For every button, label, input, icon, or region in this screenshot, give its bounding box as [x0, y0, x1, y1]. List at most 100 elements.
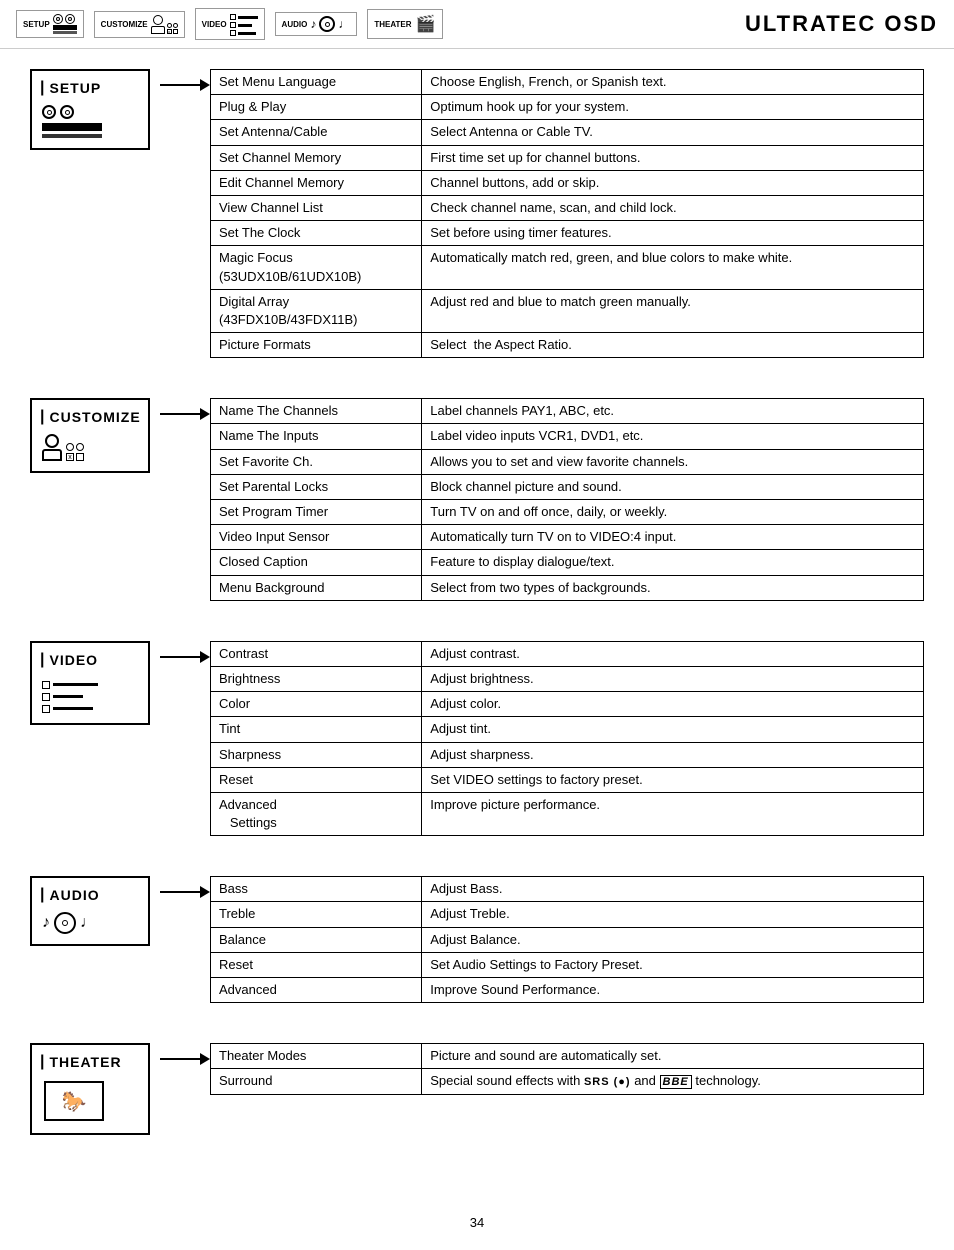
menu-item-name: Color: [211, 692, 422, 717]
customize-section: CUSTOMIZE x: [30, 398, 924, 601]
setup-circle-left: [42, 105, 56, 119]
customize-menu-table: Name The Channels Label channels PAY1, A…: [210, 398, 924, 601]
table-row: Set Favorite Ch. Allows you to set and v…: [211, 449, 924, 474]
menu-item-name: Set Favorite Ch.: [211, 449, 422, 474]
video-arrow: [160, 641, 210, 663]
menu-item-name: View Channel List: [211, 195, 422, 220]
menu-item-name: Tint: [211, 717, 422, 742]
video-menu-table: Contrast Adjust contrast. Brightness Adj…: [210, 641, 924, 837]
menu-item-name: Name The Inputs: [211, 424, 422, 449]
menu-item-desc: Channel buttons, add or skip.: [422, 170, 924, 195]
table-row: Advanced Settings Improve picture perfor…: [211, 792, 924, 835]
table-row: Color Adjust color.: [211, 692, 924, 717]
menu-item-desc: Adjust color.: [422, 692, 924, 717]
audio-menu-table: Bass Adjust Bass. Treble Adjust Treble. …: [210, 876, 924, 1003]
audio-section: AUDIO ♪ ♩ Bass Adjust Bass. Treble: [30, 876, 924, 1003]
video-icon-inner: [40, 675, 100, 715]
customize-icon-box: CUSTOMIZE x: [30, 398, 150, 473]
table-row: Sharpness Adjust sharpness.: [211, 742, 924, 767]
audio-icon-inner: ♪ ♩: [40, 910, 98, 936]
header-bar: SETUP CUSTOMIZE x: [0, 0, 954, 49]
main-content: SETUP Set Menu Language Choose English, …: [0, 49, 954, 1195]
menu-item-name: Set Channel Memory: [211, 145, 422, 170]
person-icon: [42, 434, 62, 461]
table-row: Tint Adjust tint.: [211, 717, 924, 742]
table-row: Contrast Adjust contrast.: [211, 641, 924, 666]
table-row: Reset Set VIDEO settings to factory pres…: [211, 767, 924, 792]
menu-item-name: Edit Channel Memory: [211, 170, 422, 195]
menu-item-name: Name The Channels: [211, 399, 422, 424]
header-audio-icon: AUDIO ♪ ♩: [275, 12, 358, 36]
menu-item-name: Closed Caption: [211, 550, 422, 575]
page-title: ULTRATEC OSD: [745, 11, 938, 37]
table-row: Brightness Adjust brightness.: [211, 666, 924, 691]
table-row: Name The Inputs Label video inputs VCR1,…: [211, 424, 924, 449]
menu-item-desc: Label channels PAY1, ABC, etc.: [422, 399, 924, 424]
menu-item-desc: First time set up for channel buttons.: [422, 145, 924, 170]
setup-section: SETUP Set Menu Language Choose English, …: [30, 69, 924, 358]
menu-item-name: Menu Background: [211, 575, 422, 600]
menu-item-name: Treble: [211, 902, 422, 927]
table-row: Advanced Improve Sound Performance.: [211, 978, 924, 1003]
table-row: Video Input Sensor Automatically turn TV…: [211, 525, 924, 550]
setup-arrow: [160, 69, 210, 91]
menu-item-desc: Feature to display dialogue/text.: [422, 550, 924, 575]
table-row: Set The Clock Set before using timer fea…: [211, 221, 924, 246]
table-row: Name The Channels Label channels PAY1, A…: [211, 399, 924, 424]
menu-item-desc: Select the Aspect Ratio.: [422, 333, 924, 358]
table-row: Menu Background Select from two types of…: [211, 575, 924, 600]
table-row: View Channel List Check channel name, sc…: [211, 195, 924, 220]
menu-item-name: Theater Modes: [211, 1044, 422, 1069]
customize-icon-inner: x: [40, 432, 86, 463]
menu-item-desc: Block channel picture and sound.: [422, 474, 924, 499]
audio-disc: [54, 912, 76, 934]
menu-item-desc: Check channel name, scan, and child lock…: [422, 195, 924, 220]
menu-item-desc: Adjust sharpness.: [422, 742, 924, 767]
menu-item-name: Magic Focus(53UDX10B/61UDX10B): [211, 246, 422, 289]
table-row: Set Menu Language Choose English, French…: [211, 70, 924, 95]
setup-icon-box: SETUP: [30, 69, 150, 150]
menu-item-name: Advanced Settings: [211, 792, 422, 835]
customize-icon-label: CUSTOMIZE: [101, 20, 148, 29]
theater-icon-label: THEATER: [374, 20, 411, 29]
table-row: Set Antenna/Cable Select Antenna or Cabl…: [211, 120, 924, 145]
menu-item-desc: Turn TV on and off once, daily, or weekl…: [422, 500, 924, 525]
setup-icon-inner: [40, 103, 104, 140]
menu-item-name: Balance: [211, 927, 422, 952]
menu-item-name: Set Menu Language: [211, 70, 422, 95]
menu-item-desc: Picture and sound are automatically set.: [422, 1044, 924, 1069]
audio-note-right: ♩: [80, 914, 96, 932]
setup-circle-right: [60, 105, 74, 119]
header-setup-icon: SETUP: [16, 10, 84, 38]
menu-item-desc: Improve picture performance.: [422, 792, 924, 835]
menu-item-name: Bass: [211, 877, 422, 902]
audio-icon-box: AUDIO ♪ ♩: [30, 876, 150, 946]
menu-item-desc: Select from two types of backgrounds.: [422, 575, 924, 600]
page-footer: 34: [0, 1195, 954, 1250]
table-row: Reset Set Audio Settings to Factory Pres…: [211, 952, 924, 977]
audio-label: AUDIO: [40, 886, 100, 904]
menu-item-desc: Adjust contrast.: [422, 641, 924, 666]
table-row: Magic Focus(53UDX10B/61UDX10B) Automatic…: [211, 246, 924, 289]
menu-item-desc: Label video inputs VCR1, DVD1, etc.: [422, 424, 924, 449]
theater-icon-inner: 🐎: [40, 1077, 108, 1125]
menu-item-desc: Adjust Balance.: [422, 927, 924, 952]
menu-item-name: Plug & Play: [211, 95, 422, 120]
table-row: Balance Adjust Balance.: [211, 927, 924, 952]
menu-item-desc: Set before using timer features.: [422, 221, 924, 246]
menu-item-desc: Optimum hook up for your system.: [422, 95, 924, 120]
menu-item-name: Digital Array(43FDX10B/43FDX11B): [211, 289, 422, 332]
menu-item-name: Picture Formats: [211, 333, 422, 358]
menu-item-desc: Adjust red and blue to match green manua…: [422, 289, 924, 332]
audio-icon-label: AUDIO: [282, 20, 308, 29]
customize-arrow: [160, 398, 210, 420]
table-row: Closed Caption Feature to display dialog…: [211, 550, 924, 575]
header-theater-icon: THEATER 🎬: [367, 9, 443, 39]
customize-label: CUSTOMIZE: [40, 408, 141, 426]
menu-item-name: Brightness: [211, 666, 422, 691]
table-row: Bass Adjust Bass.: [211, 877, 924, 902]
table-row: Edit Channel Memory Channel buttons, add…: [211, 170, 924, 195]
menu-item-name: Sharpness: [211, 742, 422, 767]
theater-section: THEATER 🐎 Theater Modes Picture and soun…: [30, 1043, 924, 1135]
menu-item-name: Set Antenna/Cable: [211, 120, 422, 145]
